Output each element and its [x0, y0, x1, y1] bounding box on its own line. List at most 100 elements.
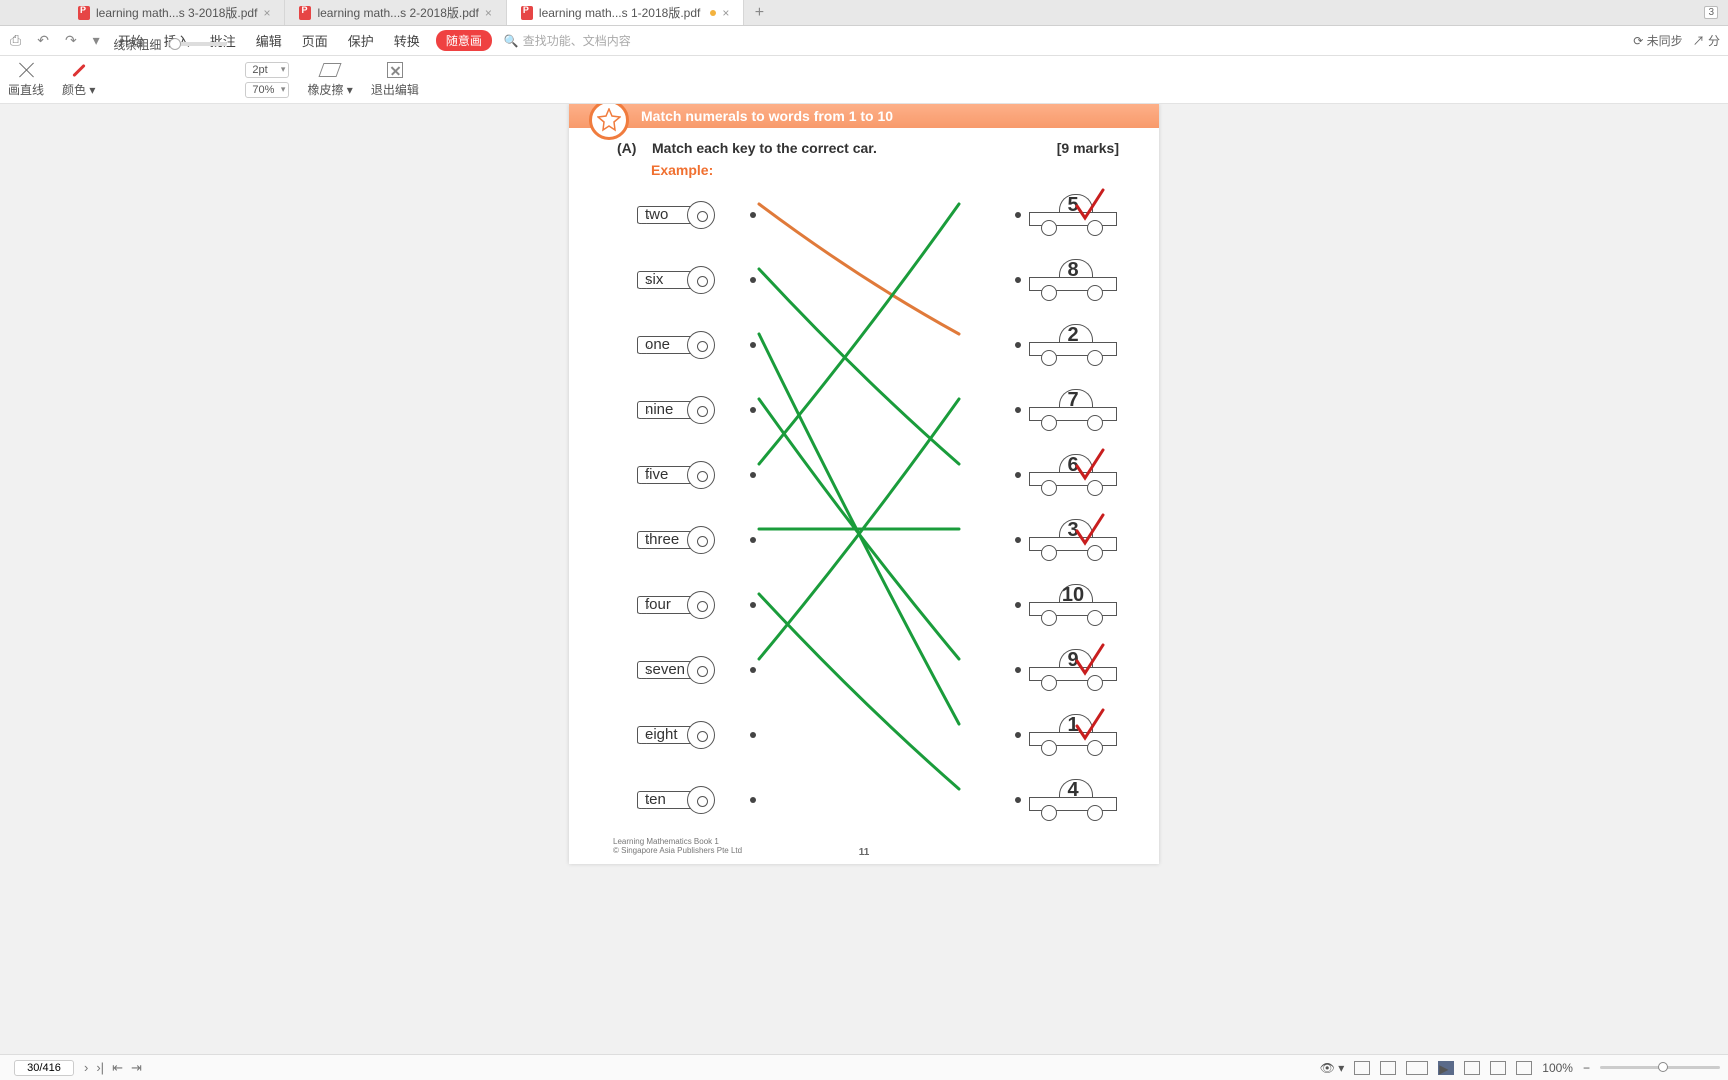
key-dot: [750, 732, 756, 738]
opacity-combo[interactable]: 70%: [245, 82, 289, 98]
tool-straight-line[interactable]: 画直线: [8, 61, 44, 98]
marks-label: [9 marks]: [1057, 140, 1119, 156]
view-single-icon[interactable]: [1354, 1061, 1370, 1075]
tab-label: learning math...s 3-2018版.pdf: [96, 4, 257, 21]
car-dot: [1015, 407, 1021, 413]
key-dot: [750, 667, 756, 673]
key-label: ten: [645, 791, 666, 808]
car-dot: [1015, 537, 1021, 543]
car-shape: 10: [1029, 584, 1119, 626]
page-input[interactable]: [14, 1060, 74, 1076]
key-dot: [750, 407, 756, 413]
car-number: 1: [1029, 714, 1117, 737]
car-number: 8: [1029, 259, 1117, 282]
pdf-page: Match numerals to words from 1 to 10 [9 …: [569, 104, 1159, 864]
key-label: nine: [645, 401, 673, 418]
tab-label: learning math...s 2-2018版.pdf: [317, 4, 478, 21]
print-icon[interactable]: ⎙: [8, 32, 23, 49]
menu-edit[interactable]: 编辑: [252, 31, 286, 50]
tab-close-icon[interactable]: ×: [722, 6, 729, 20]
car-dot: [1015, 602, 1021, 608]
page-banner: Match numerals to words from 1 to 10: [569, 104, 1159, 128]
title-bar: learning math...s 3-2018版.pdf × learning…: [0, 0, 1728, 26]
menu-protect[interactable]: 保护: [344, 31, 378, 50]
key-label: seven: [645, 661, 685, 678]
share-button[interactable]: ↗ 分: [1693, 32, 1720, 49]
presentation-icon[interactable]: ▶: [1438, 1061, 1454, 1075]
tab-label: learning math...s 1-2018版.pdf: [539, 4, 700, 21]
last-page-button[interactable]: ›|: [92, 1060, 108, 1075]
new-tab-button[interactable]: +: [744, 0, 774, 25]
car-dot: [1015, 342, 1021, 348]
match-row: two 5: [637, 182, 1119, 247]
car-shape: 5: [1029, 194, 1119, 236]
matching-rows: two5six8one2nine7five6three3four10seven9…: [637, 182, 1119, 832]
key-dot: [750, 342, 756, 348]
window-badge[interactable]: 3: [1704, 6, 1718, 19]
next-page-button[interactable]: ›: [80, 1060, 92, 1075]
document-canvas[interactable]: Match numerals to words from 1 to 10 [9 …: [0, 104, 1728, 1054]
search-box[interactable]: 🔍 查找功能、文档内容: [504, 32, 724, 49]
tool-label: 退出编辑: [371, 81, 419, 98]
match-row: one 2: [637, 312, 1119, 377]
match-row: ten 4: [637, 767, 1119, 832]
tab-close-icon[interactable]: ×: [485, 6, 492, 20]
match-row: four10: [637, 572, 1119, 637]
zoom-value[interactable]: 100%: [1542, 1061, 1573, 1075]
key-label: one: [645, 336, 670, 353]
key-label: two: [645, 206, 668, 223]
tab-3[interactable]: learning math...s 1-2018版.pdf ×: [507, 0, 744, 25]
car-number: 6: [1029, 454, 1117, 477]
tool-label: 橡皮擦 ▾: [307, 81, 352, 98]
line-width-combo[interactable]: 2pt: [245, 62, 289, 78]
fit-page-icon[interactable]: ⇥: [127, 1060, 146, 1076]
zoom-slider[interactable]: [1600, 1066, 1720, 1069]
view-facing-icon[interactable]: [1406, 1061, 1428, 1075]
sync-status[interactable]: ⟳ 未同步: [1633, 32, 1682, 49]
car-number: 5: [1029, 194, 1117, 217]
car-shape: 4: [1029, 779, 1119, 821]
key-dot: [750, 537, 756, 543]
footer-line: Learning Mathematics Book 1: [613, 837, 742, 847]
layout-icon-1[interactable]: [1464, 1061, 1480, 1075]
undo-icon[interactable]: ↶: [35, 32, 51, 49]
pdf-icon: [521, 6, 533, 20]
search-placeholder: 查找功能、文档内容: [523, 32, 631, 49]
layout-icon-2[interactable]: [1490, 1061, 1506, 1075]
line-width-slider[interactable]: [167, 42, 227, 46]
tab-1[interactable]: learning math...s 3-2018版.pdf ×: [64, 0, 285, 25]
eye-icon[interactable]: 👁 ▾: [1320, 1061, 1345, 1075]
crosshair-icon: [16, 60, 36, 80]
car-shape: 3: [1029, 519, 1119, 561]
key-shape: nine: [637, 393, 742, 427]
match-row: eight1: [637, 702, 1119, 767]
key-shape: two: [637, 198, 742, 232]
view-continuous-icon[interactable]: [1380, 1061, 1396, 1075]
fit-width-icon[interactable]: ⇤: [108, 1060, 127, 1076]
tab-close-icon[interactable]: ×: [263, 6, 270, 20]
section-label: (A): [617, 140, 636, 156]
tool-eraser[interactable]: 橡皮擦 ▾: [307, 61, 352, 98]
redo-icon[interactable]: ↷: [63, 32, 79, 49]
tool-color[interactable]: 颜色 ▾: [62, 61, 95, 98]
layout-icon-3[interactable]: [1516, 1061, 1532, 1075]
tab-2[interactable]: learning math...s 2-2018版.pdf ×: [285, 0, 506, 25]
car-dot: [1015, 797, 1021, 803]
match-row: six8: [637, 247, 1119, 312]
section-title: Match each key to the correct car.: [652, 140, 877, 156]
menu-freedraw[interactable]: 随意画: [436, 30, 492, 51]
dropdown-icon[interactable]: ▾: [91, 32, 102, 49]
zoom-out-button[interactable]: −: [1583, 1061, 1590, 1075]
page-footer: Learning Mathematics Book 1 © Singapore …: [613, 837, 742, 856]
menu-convert[interactable]: 转换: [390, 31, 424, 50]
sync-label: 未同步: [1647, 34, 1683, 48]
car-number: 10: [1029, 584, 1117, 607]
key-label: five: [645, 466, 668, 483]
key-label: three: [645, 531, 679, 548]
share-label: 分: [1708, 34, 1720, 48]
car-shape: 2: [1029, 324, 1119, 366]
key-shape: five: [637, 458, 742, 492]
menu-page[interactable]: 页面: [298, 31, 332, 50]
car-number: 7: [1029, 389, 1117, 412]
tool-exit-edit[interactable]: 退出编辑: [371, 61, 419, 98]
